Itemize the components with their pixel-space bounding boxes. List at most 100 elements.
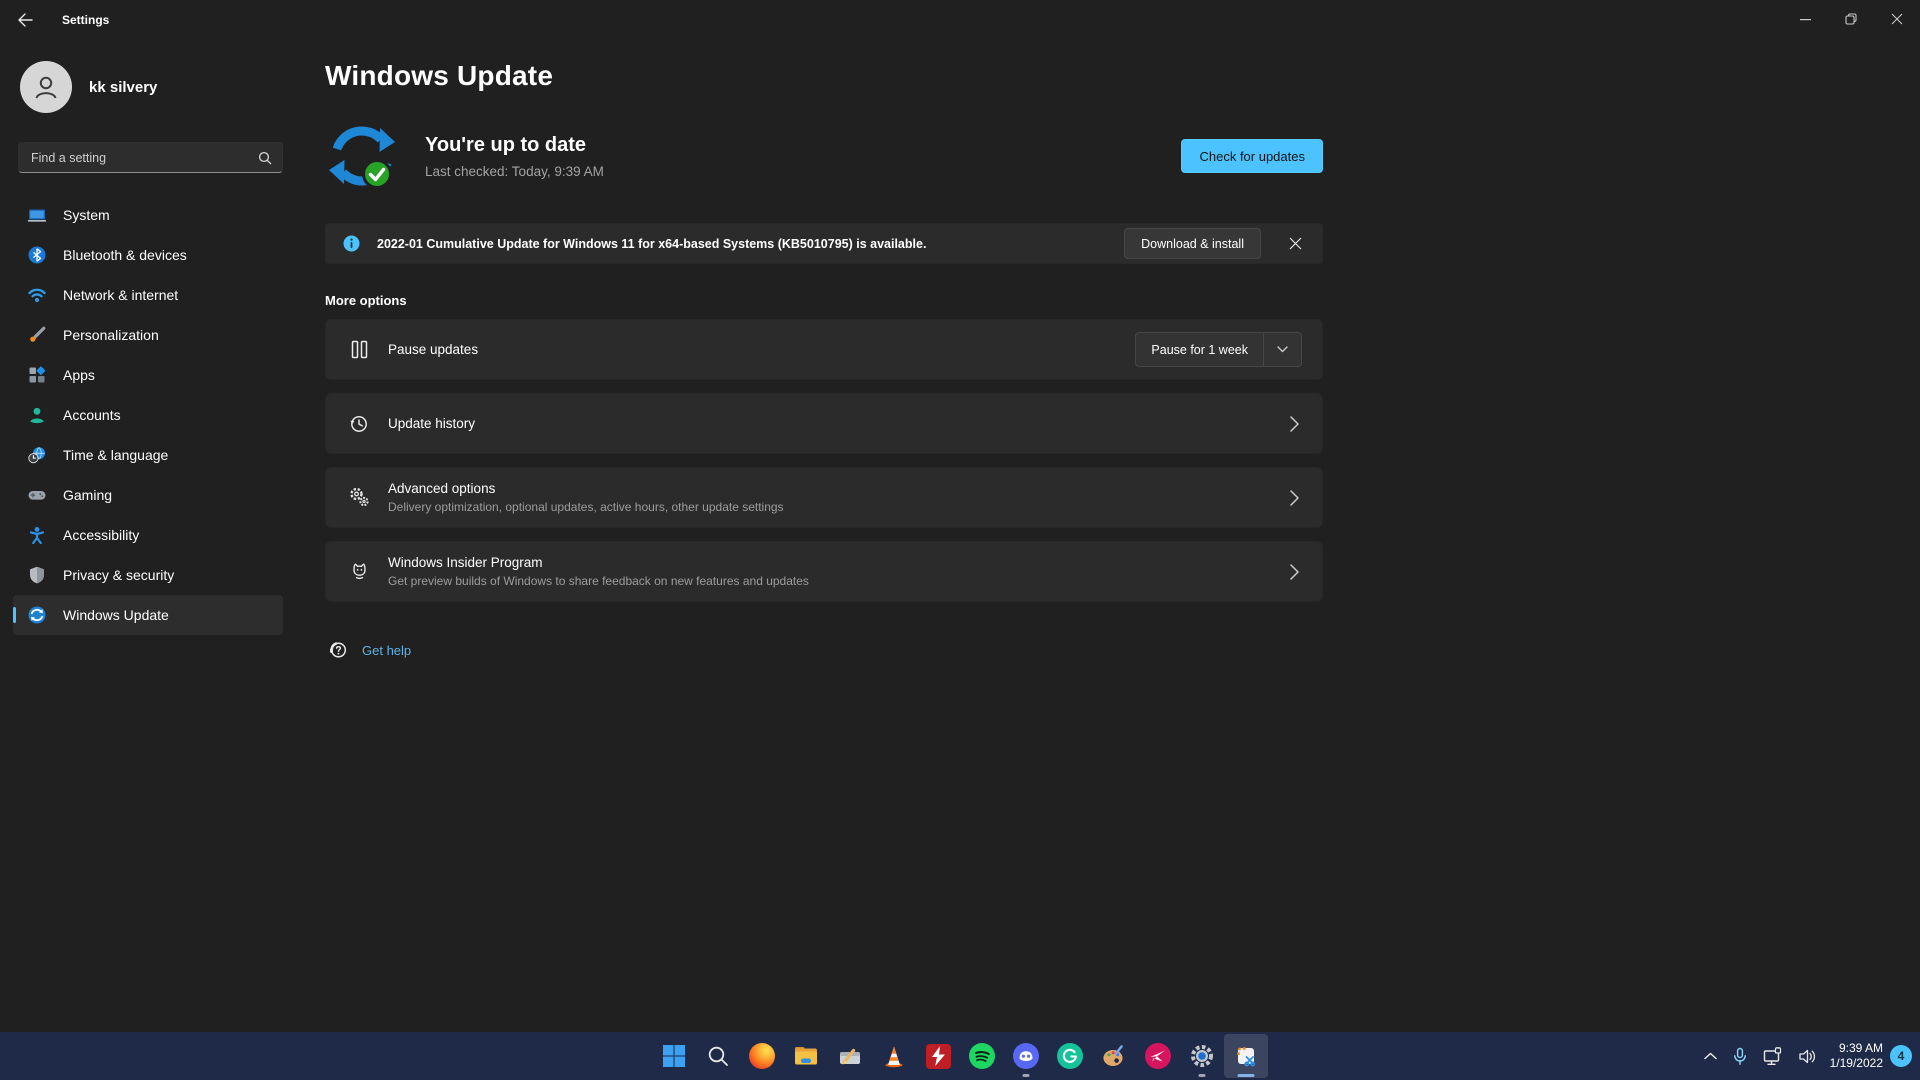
start-button[interactable] <box>652 1034 696 1078</box>
update-available-banner: 2022-01 Cumulative Update for Windows 11… <box>325 223 1323 264</box>
taskbar: 9:39 AM 1/19/2022 4 <box>0 1032 1920 1080</box>
main-panel: Windows Update You're up to date Last ch… <box>300 40 1920 1032</box>
discord-icon <box>1013 1043 1039 1069</box>
network-tray-button[interactable] <box>1756 1036 1791 1076</box>
notification-badge[interactable]: 4 <box>1890 1045 1912 1067</box>
system-tray: 9:39 AM 1/19/2022 4 <box>1697 1032 1916 1080</box>
sidebar-item-accessibility[interactable]: Accessibility <box>13 515 283 555</box>
banner-close-button[interactable] <box>1278 228 1312 259</box>
more-options-label: More options <box>325 293 407 308</box>
sidebar-item-personalization[interactable]: Personalization <box>13 315 283 355</box>
sidebar-item-privacy[interactable]: Privacy & security <box>13 555 283 595</box>
file-explorer-icon <box>793 1043 819 1069</box>
tray-date: 1/19/2022 <box>1829 1056 1883 1070</box>
microphone-tray-button[interactable] <box>1724 1036 1756 1076</box>
user-name: kk silvery <box>89 78 158 96</box>
windows-insider-row[interactable]: Windows Insider Program Get preview buil… <box>325 541 1323 602</box>
gears-icon <box>346 486 372 509</box>
ethernet-display-icon <box>1763 1046 1784 1066</box>
volume-tray-button[interactable] <box>1791 1036 1825 1076</box>
sidebar-item-windows-update[interactable]: Windows Update <box>13 595 283 635</box>
power-media-app-button[interactable] <box>916 1034 960 1078</box>
titlebar: Settings <box>0 0 1920 40</box>
paint-button[interactable] <box>1092 1034 1136 1078</box>
back-arrow-icon <box>17 13 33 27</box>
sidebar-item-accounts[interactable]: Accounts <box>13 395 283 435</box>
system-icon <box>27 205 47 225</box>
update-status: You're up to date Last checked: Today, 9… <box>325 119 1323 193</box>
sidebar-item-time-language[interactable]: Time & language <box>13 435 283 475</box>
taskbar-search-button[interactable] <box>696 1034 740 1078</box>
sidebar-item-label: Personalization <box>63 327 159 343</box>
snipping-tool-button[interactable] <box>1224 1034 1268 1078</box>
grammarly-button[interactable] <box>1048 1034 1092 1078</box>
running-indicator <box>1198 1074 1206 1077</box>
check-for-updates-button[interactable]: Check for updates <box>1181 139 1323 173</box>
sidebar-item-apps[interactable]: Apps <box>13 355 283 395</box>
file-explorer-button[interactable] <box>784 1034 828 1078</box>
banner-text: 2022-01 Cumulative Update for Windows 11… <box>377 236 927 251</box>
pause-for-1-week-button[interactable]: Pause for 1 week <box>1135 332 1302 367</box>
back-button[interactable] <box>6 3 44 37</box>
get-help-link[interactable]: Get help <box>362 643 411 658</box>
brush-icon <box>27 325 47 345</box>
row-subtitle: Delivery optimization, optional updates,… <box>388 500 784 514</box>
window-title: Settings <box>62 13 110 27</box>
sidebar-item-label: Bluetooth & devices <box>63 247 187 263</box>
shield-icon <box>27 565 47 585</box>
vlc-button[interactable] <box>872 1034 916 1078</box>
person-icon <box>27 405 47 425</box>
bluetooth-icon <box>27 245 47 265</box>
chevron-right-icon <box>1290 489 1302 506</box>
pause-dropdown-button[interactable] <box>1263 333 1301 366</box>
status-subtitle: Last checked: Today, 9:39 AM <box>425 163 604 179</box>
maximize-button[interactable] <box>1828 0 1874 38</box>
search-icon <box>706 1044 730 1068</box>
spotify-icon <box>969 1043 995 1069</box>
disk-cleanup-icon <box>837 1043 863 1069</box>
update-history-row[interactable]: Update history <box>325 393 1323 454</box>
search-box[interactable] <box>18 142 283 173</box>
download-install-button[interactable]: Download & install <box>1124 228 1261 259</box>
chevron-right-icon <box>1290 415 1302 432</box>
status-title: You're up to date <box>425 133 587 156</box>
discord-button[interactable] <box>1004 1034 1048 1078</box>
get-help-icon <box>327 639 349 661</box>
row-title: Update history <box>388 416 476 431</box>
advanced-options-row[interactable]: Advanced options Delivery optimization, … <box>325 467 1323 528</box>
clock[interactable]: 9:39 AM 1/19/2022 <box>1830 1041 1883 1071</box>
running-indicator <box>1022 1074 1030 1077</box>
close-button[interactable] <box>1874 0 1920 38</box>
settings-button[interactable] <box>1180 1034 1224 1078</box>
pause-duration-label[interactable]: Pause for 1 week <box>1136 333 1263 366</box>
close-icon <box>1289 237 1302 250</box>
get-help-row: Get help <box>327 639 1323 661</box>
sidebar-item-bluetooth[interactable]: Bluetooth & devices <box>13 235 283 275</box>
insider-ninjacat-icon <box>346 560 372 583</box>
taskbar-icons <box>652 1032 1268 1080</box>
tray-overflow-button[interactable] <box>1697 1036 1724 1076</box>
search-input[interactable] <box>19 150 258 165</box>
row-subtitle: Get preview builds of Windows to share f… <box>388 574 809 588</box>
sidebar-item-network[interactable]: Network & internet <box>13 275 283 315</box>
user-profile[interactable]: kk silvery <box>20 61 300 113</box>
sidebar: kk silvery System Bluetooth & devices Ne… <box>0 40 300 1032</box>
sidebar-item-system[interactable]: System <box>13 195 283 235</box>
tray-time: 9:39 AM <box>1838 1041 1883 1055</box>
sidebar-item-label: System <box>63 207 110 223</box>
sidebar-item-label: Gaming <box>63 487 113 503</box>
search-icon <box>258 151 272 165</box>
row-title: Pause updates <box>388 342 479 357</box>
snipping-tool-icon <box>1233 1043 1259 1069</box>
pause-icon <box>346 339 372 360</box>
minimize-button[interactable] <box>1782 0 1828 38</box>
settings-gear-icon <box>1189 1043 1215 1069</box>
disk-cleanup-button[interactable] <box>828 1034 872 1078</box>
pink-app-icon <box>1145 1043 1171 1069</box>
pink-media-app-button[interactable] <box>1136 1034 1180 1078</box>
lightning-app-icon <box>925 1043 951 1069</box>
sidebar-item-gaming[interactable]: Gaming <box>13 475 283 515</box>
spotify-button[interactable] <box>960 1034 1004 1078</box>
accessibility-icon <box>27 525 47 545</box>
firefox-button[interactable] <box>740 1034 784 1078</box>
